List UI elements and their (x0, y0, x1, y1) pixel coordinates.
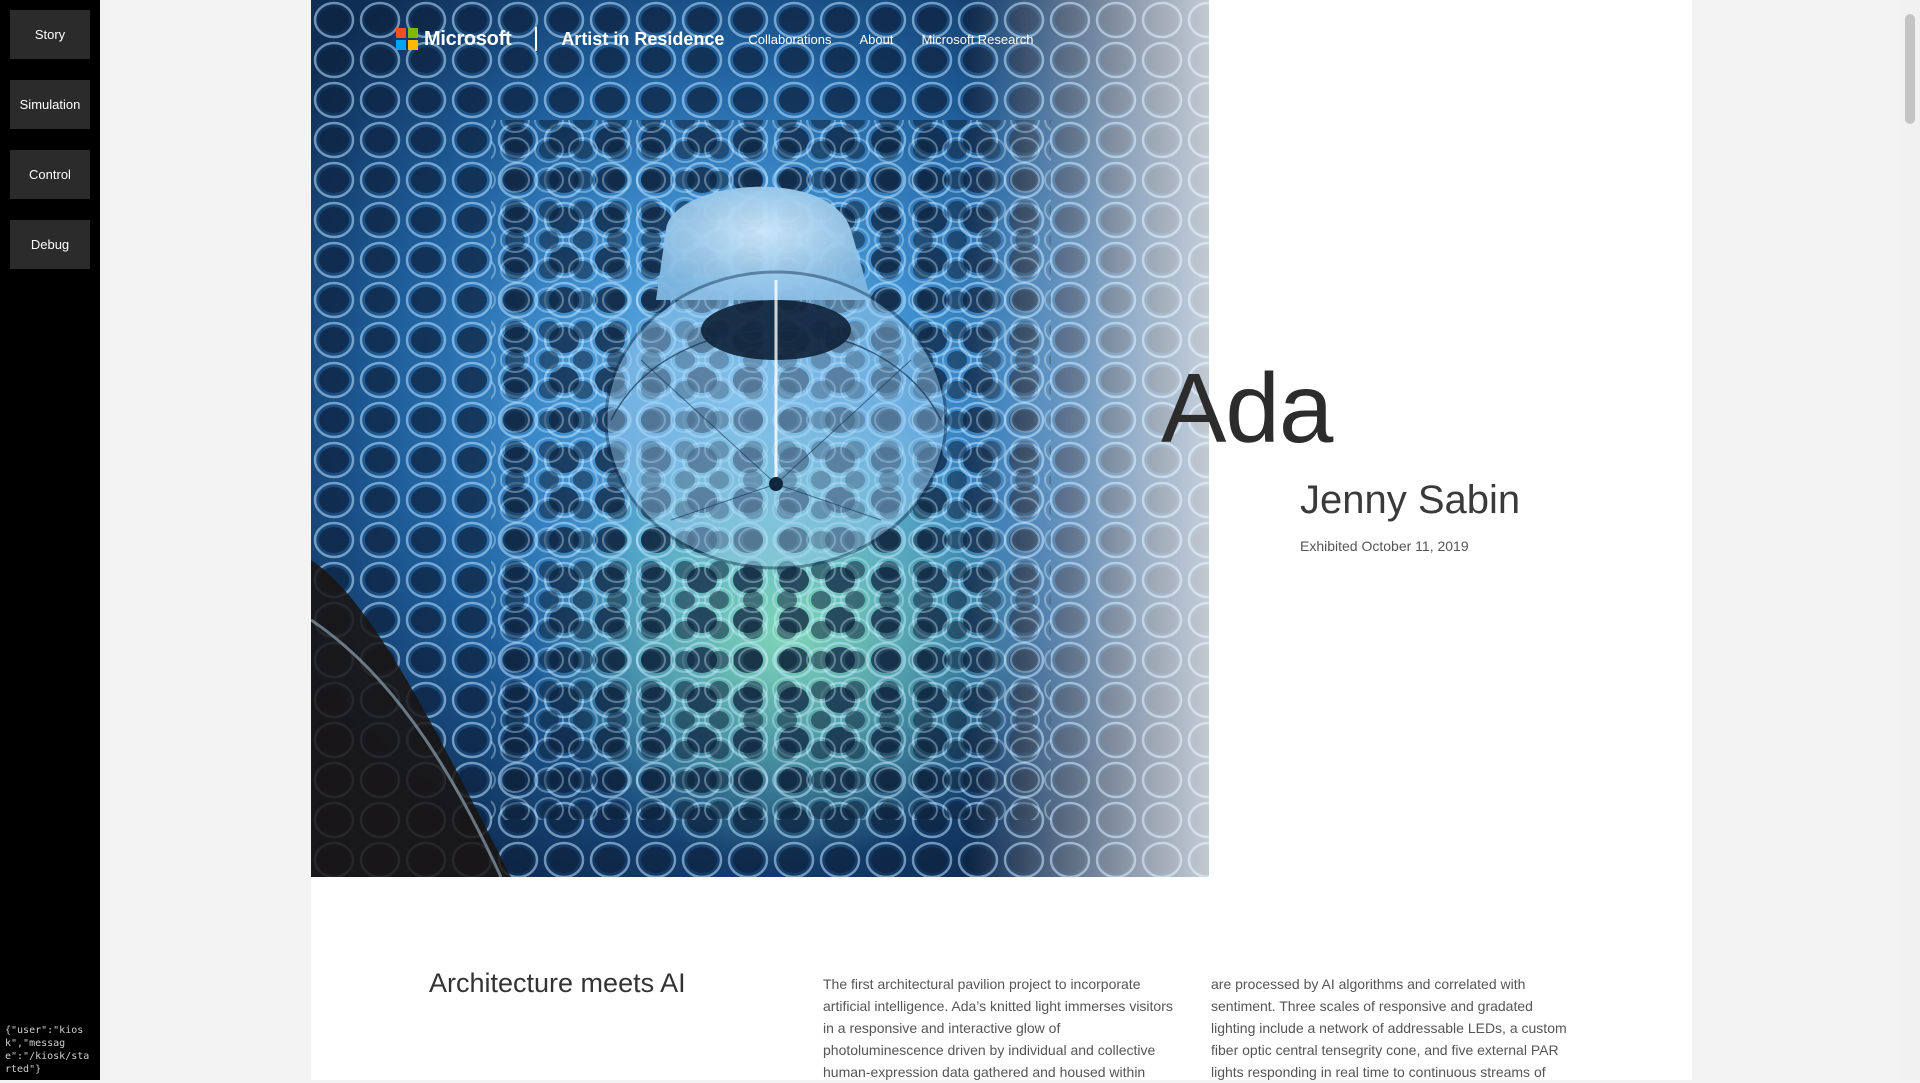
article-column-1: The first architectural pavilion project… (823, 976, 1173, 1080)
kiosk-sidebar: Story Simulation Control Debug {"user":"… (0, 0, 100, 1080)
nav-link-microsoft-research[interactable]: Microsoft Research (921, 32, 1033, 47)
page-title: Ada (1161, 353, 1333, 463)
nav-link-collaborations[interactable]: Collaborations (748, 32, 831, 47)
status-message: {"user":"kiosk","message":"/kiosk/starte… (5, 1025, 90, 1075)
section-heading: Architecture meets AI (429, 968, 686, 998)
exhibited-date: Exhibited October 11, 2019 (1300, 538, 1469, 554)
article-column-2: are processed by AI algorithms and corre… (1211, 976, 1567, 1080)
story-button[interactable]: Story (10, 10, 90, 59)
top-nav: Microsoft Artist in Residence Collaborat… (396, 24, 1061, 54)
scrollbar-thumb[interactable] (1905, 14, 1915, 124)
nav-divider (535, 27, 538, 51)
control-button[interactable]: Control (10, 150, 90, 199)
nav-link-about[interactable]: About (859, 32, 893, 47)
microsoft-logo-icon[interactable] (396, 28, 418, 50)
page-scrollbar[interactable] (1900, 0, 1920, 1080)
site-title-link[interactable]: Artist in Residence (561, 29, 724, 50)
hero-image: Microsoft Artist in Residence Collaborat… (311, 0, 1209, 877)
page-content: Microsoft Artist in Residence Collaborat… (311, 0, 1692, 1080)
artist-name: Jenny Sabin (1300, 478, 1521, 522)
simulation-button[interactable]: Simulation (10, 80, 90, 129)
page: Microsoft Artist in Residence Collaborat… (100, 0, 1692, 1080)
debug-button[interactable]: Debug (10, 220, 90, 269)
microsoft-brand-link[interactable]: Microsoft (424, 28, 512, 51)
